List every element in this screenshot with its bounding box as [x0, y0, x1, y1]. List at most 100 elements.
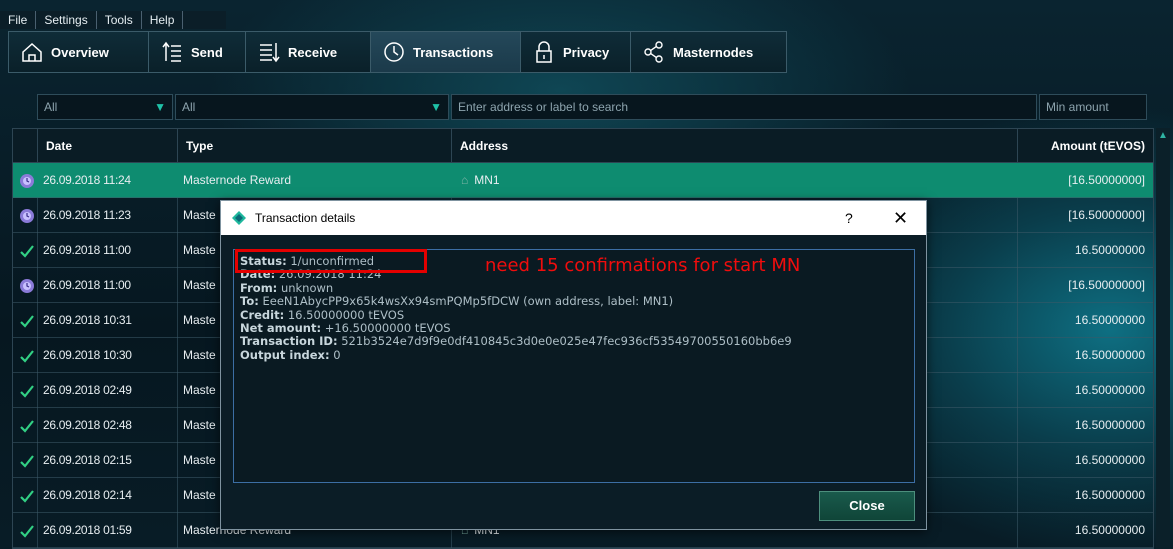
row-date: 26.09.2018 10:30 — [43, 348, 132, 362]
header-address[interactable]: Address — [451, 129, 1017, 163]
detail-label: Credit: — [240, 307, 285, 322]
row-amount: 16.50000000 — [1074, 243, 1145, 257]
toolbar: Overview Send Receive Transactions Priva… — [8, 31, 787, 73]
row-amount: 16.50000000 — [1074, 523, 1145, 537]
header-type[interactable]: Type — [177, 129, 451, 163]
row-amount: 16.50000000 — [1074, 453, 1145, 467]
row-address: ⌂ MN1 — [451, 163, 1017, 198]
row-date: 26.09.2018 02:14 — [43, 488, 132, 502]
dropdown-arrow-icon: ▼ — [154, 100, 166, 114]
row-amount: 16.50000000 — [1074, 418, 1145, 432]
menu-tools[interactable]: Tools — [97, 11, 142, 29]
clock-icon — [384, 42, 404, 62]
row-date: 26.09.2018 02:49 — [43, 383, 132, 397]
detail-line: To: EeeN1AbycPP9x65k4wsXx94smPQMp5fDCW (… — [240, 295, 908, 308]
detail-line: Output index: 0 — [240, 347, 908, 362]
table-header: Date Type Address Amount (tEVOS) — [13, 129, 1153, 163]
tab-masternodes-label: Masternodes — [673, 44, 754, 60]
row-amount: [16.50000000] — [1068, 173, 1145, 187]
annotation-note: need 15 confirmations for start MN — [485, 255, 801, 276]
check-icon — [20, 385, 34, 398]
search-placeholder: Enter address or label to search — [458, 100, 629, 114]
share-nodes-icon — [644, 41, 663, 63]
vertical-scrollbar[interactable]: ▲ — [1156, 128, 1170, 549]
tab-transactions[interactable]: Transactions — [370, 31, 520, 73]
scroll-up-icon[interactable]: ▲ — [1158, 130, 1168, 141]
details-text-area[interactable]: Status: 1/unconfirmed Date: 26.09.2018 11… — [233, 249, 915, 483]
menu-file[interactable]: File — [0, 11, 37, 29]
check-icon — [20, 525, 34, 538]
tab-overview-label: Overview — [51, 44, 109, 60]
detail-label: From: — [240, 280, 278, 295]
detail-value: 16.50000000 tEVOS — [287, 307, 405, 322]
row-date: 26.09.2018 11:23 — [43, 208, 131, 222]
detail-value: 0 — [333, 347, 341, 362]
type-filter-select[interactable]: All ▼ — [175, 94, 449, 120]
row-date: 26.09.2018 11:00 — [43, 243, 131, 257]
min-amount-placeholder: Min amount — [1046, 100, 1109, 114]
header-date[interactable]: Date — [37, 129, 177, 163]
clock-icon — [20, 279, 34, 293]
tab-receive[interactable]: Receive — [245, 31, 370, 73]
help-button[interactable]: ? — [845, 201, 853, 235]
address-book-icon: ⌂ — [461, 173, 469, 187]
lock-icon — [536, 41, 552, 63]
close-icon[interactable]: ✕ — [893, 201, 908, 235]
status-highlight-box — [235, 249, 427, 273]
check-icon — [20, 420, 34, 433]
tab-privacy-label: Privacy — [563, 44, 610, 60]
detail-label: Transaction ID: — [240, 334, 338, 349]
app-logo-icon — [232, 211, 246, 225]
check-icon — [20, 315, 34, 328]
detail-value: +16.50000000 tEVOS — [324, 321, 451, 336]
home-icon — [22, 42, 42, 62]
row-type: Masternode Reward — [183, 173, 292, 187]
detail-label: To: — [240, 294, 259, 309]
tab-receive-label: Receive — [288, 44, 338, 60]
tab-masternodes[interactable]: Masternodes — [630, 31, 787, 73]
dialog-titlebar: Transaction details ? ✕ — [221, 201, 926, 235]
check-icon — [20, 245, 34, 258]
check-icon — [20, 350, 34, 363]
send-icon — [162, 41, 181, 62]
header-amount[interactable]: Amount (tEVOS) — [1017, 129, 1153, 163]
dialog-title: Transaction details — [255, 211, 356, 225]
row-date: 26.09.2018 11:24 — [43, 173, 131, 187]
row-amount: 16.50000000 — [1074, 488, 1145, 502]
close-button[interactable]: Close — [819, 491, 915, 521]
menu-help[interactable]: Help — [142, 11, 184, 29]
row-date: 26.09.2018 10:31 — [43, 313, 132, 327]
row-date: 26.09.2018 02:15 — [43, 453, 132, 467]
detail-line: Credit: 16.50000000 tEVOS — [240, 307, 908, 322]
detail-value: unknown — [280, 280, 334, 295]
table-row[interactable]: 26.09.2018 11:24 Masternode Reward ⌂ MN1 [16… — [13, 163, 1153, 198]
detail-label: Output index: — [240, 347, 330, 362]
row-amount: 16.50000000 — [1074, 348, 1145, 362]
row-date: 26.09.2018 02:48 — [43, 418, 132, 432]
min-amount-input[interactable]: Min amount — [1039, 94, 1147, 120]
tab-send[interactable]: Send — [148, 31, 245, 73]
detail-line: Net amount: +16.50000000 tEVOS — [240, 321, 908, 336]
menu-bar: File Settings Tools Help — [0, 11, 226, 29]
tab-send-label: Send — [191, 44, 223, 60]
detail-value: 521b3524e7d9f9e0df410845c3d0e0e025e47fec… — [341, 334, 792, 349]
detail-line: From: unknown — [240, 280, 908, 295]
transaction-details-dialog: Transaction details ? ✕ Status: 1/unconf… — [220, 200, 927, 530]
row-amount: [16.50000000] — [1068, 278, 1145, 292]
row-address-text: MN1 — [474, 173, 500, 187]
tab-overview[interactable]: Overview — [8, 31, 148, 73]
check-icon — [20, 455, 34, 468]
date-filter-select[interactable]: All ▼ — [37, 94, 173, 120]
check-icon — [20, 490, 34, 503]
clock-icon — [20, 174, 34, 188]
dropdown-arrow-icon: ▼ — [430, 100, 442, 114]
tab-privacy[interactable]: Privacy — [520, 31, 630, 73]
tab-transactions-label: Transactions — [413, 44, 494, 60]
detail-line: Transaction ID: 521b3524e7d9f9e0df410845… — [240, 335, 908, 348]
clock-icon — [20, 209, 34, 223]
detail-value: EeeN1AbycPP9x65k4wsXx94smPQMp5fDCW (own … — [262, 294, 674, 309]
row-amount: 16.50000000 — [1074, 383, 1145, 397]
row-date: 26.09.2018 11:00 — [43, 278, 131, 292]
search-input[interactable]: Enter address or label to search — [451, 94, 1037, 120]
menu-settings[interactable]: Settings — [36, 11, 97, 29]
